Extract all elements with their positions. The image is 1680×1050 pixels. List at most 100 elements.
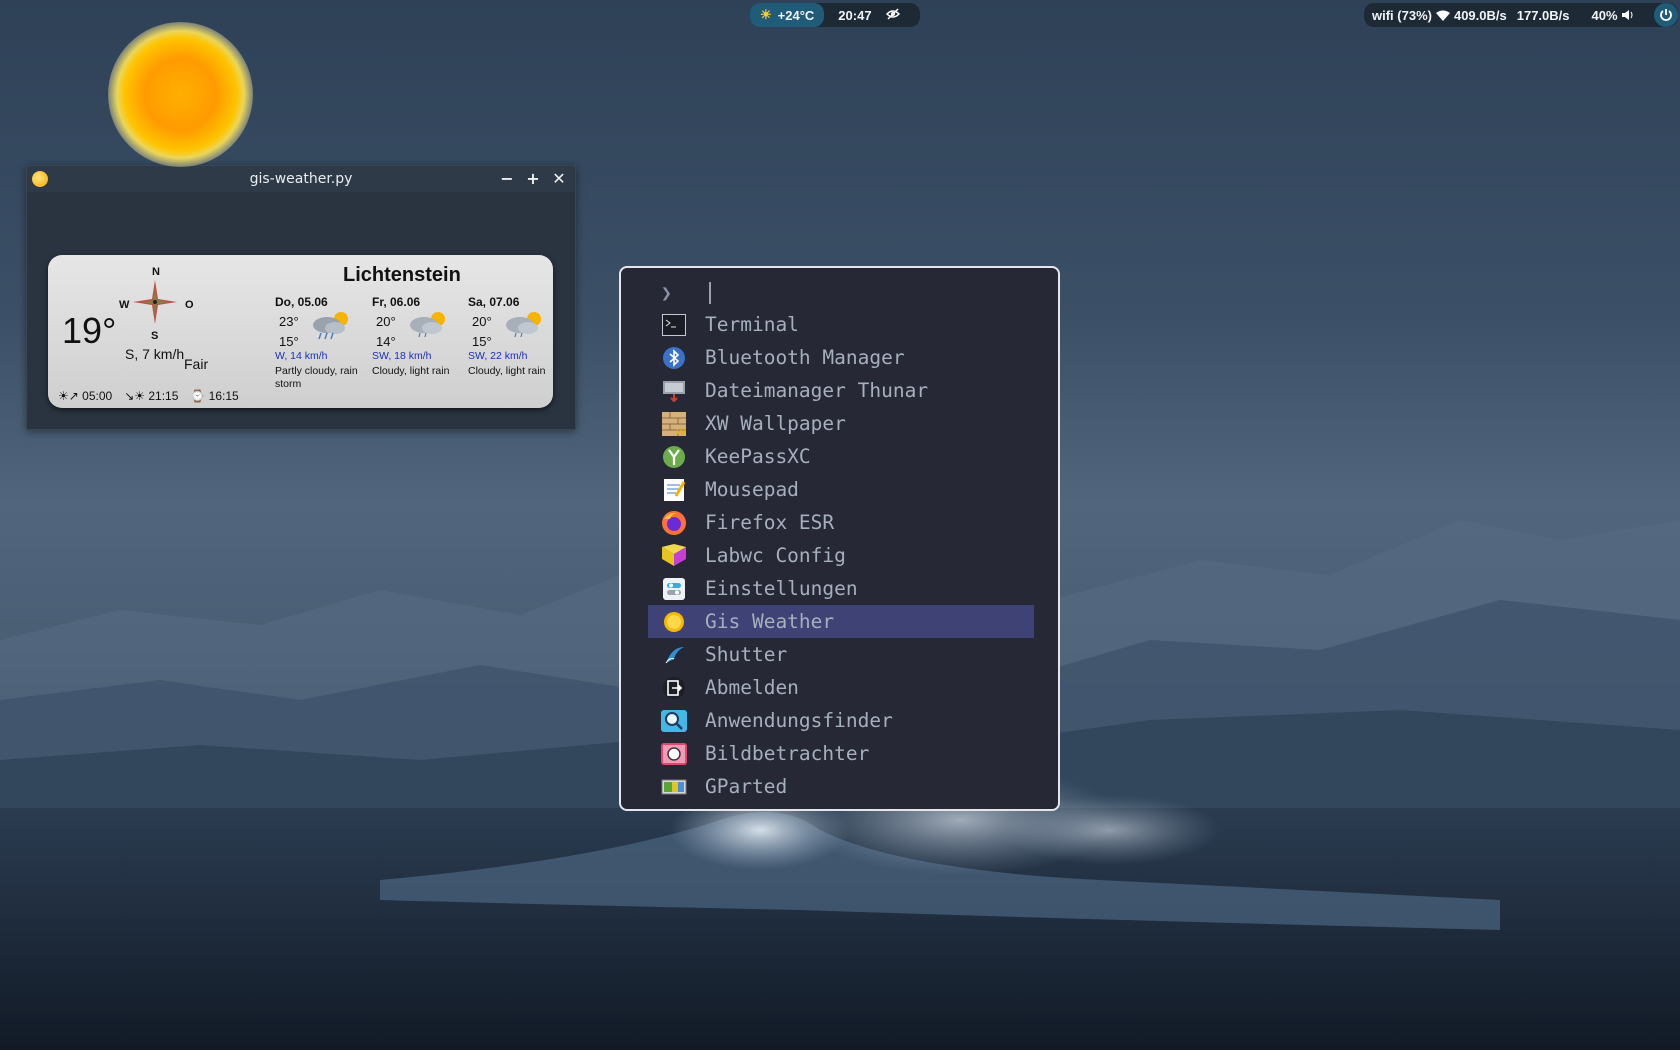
- launcher-item-xw-wallpaper[interactable]: W XW Wallpaper: [648, 407, 1034, 440]
- rain-cloud-icon: [410, 312, 445, 338]
- launcher-item-abmelden[interactable]: Abmelden: [648, 671, 1034, 704]
- compass-south: S: [151, 330, 159, 342]
- daylength-time: 16:15: [208, 389, 239, 403]
- launcher-item-firefox[interactable]: Firefox ESR: [648, 506, 1034, 539]
- launcher-search-input[interactable]: [709, 282, 1019, 304]
- prompt-symbol: ❯: [661, 282, 672, 304]
- compass-icon: [133, 280, 177, 324]
- speaker-icon: [1621, 10, 1633, 20]
- location-name: Lichtenstein: [343, 264, 461, 286]
- launcher-item-label: Shutter: [705, 643, 788, 666]
- launcher-item-label: Abmelden: [705, 676, 799, 699]
- launcher-item-label: Anwendungsfinder: [705, 709, 893, 732]
- forecast-low: 15°: [279, 334, 299, 349]
- daylength: ⌚ 16:15: [190, 389, 238, 403]
- logout-icon: [661, 676, 687, 700]
- power-button[interactable]: [1654, 3, 1678, 27]
- forecast-wind: SW, 18 km/h: [372, 350, 432, 362]
- launcher-item-bluetooth-manager[interactable]: Bluetooth Manager: [648, 341, 1034, 374]
- forecast-high: 20°: [376, 314, 396, 329]
- forecast-date: Sa, 07.06: [468, 295, 520, 309]
- current-temperature: 19°: [62, 310, 117, 351]
- app-launcher[interactable]: ❯ Terminal Bluetooth Manager Dateimanage…: [619, 266, 1060, 811]
- maximize-button[interactable]: +: [523, 169, 543, 189]
- sunset-icon: ↘☀: [124, 389, 145, 403]
- sun-icon: ☀: [760, 7, 772, 22]
- topbar-center-widget: ☀ +24°C 20:47: [750, 3, 920, 27]
- launcher-item-gparted[interactable]: GParted: [648, 770, 1034, 803]
- sunset: ↘☀ 21:15: [124, 389, 178, 403]
- keepassxc-icon: [661, 445, 687, 469]
- volume-level: 40%: [1591, 7, 1618, 23]
- forecast-date: Fr, 06.06: [372, 295, 421, 309]
- launcher-item-label: Einstellungen: [705, 577, 858, 600]
- forecast-high: 23°: [279, 314, 299, 329]
- svg-text:W: W: [676, 427, 686, 436]
- launcher-item-label: XW Wallpaper: [705, 412, 846, 435]
- weather-indicator[interactable]: ☀ +24°C: [750, 3, 825, 27]
- volume-indicator[interactable]: 40%: [1592, 8, 1634, 23]
- launcher-item-einstellungen[interactable]: Einstellungen: [648, 572, 1034, 605]
- launcher-item-label: Bildbetrachter: [705, 742, 870, 765]
- window-title: gis-weather.py: [249, 171, 353, 187]
- launcher-item-label: Dateimanager Thunar: [705, 379, 929, 402]
- upload-rate: 177.0B/s: [1516, 7, 1570, 23]
- forecast-day: Sa, 07.06 20° 15° SW, 22 km/h Cloudy, li…: [468, 295, 563, 377]
- sun-times: ☀↗ 05:00 ↘☀ 21:15 ⌚ 16:15: [58, 389, 239, 403]
- shutter-icon: [661, 643, 687, 667]
- bluetooth-icon: [661, 346, 687, 370]
- forecast-wind: SW, 22 km/h: [468, 350, 528, 362]
- forecast-day: Fr, 06.06 20° 14° SW, 18 km/h Cloudy, li…: [372, 295, 467, 377]
- firefox-icon: [661, 510, 687, 535]
- forecast-date: Do, 05.06: [275, 295, 328, 309]
- forecast-low: 14°: [376, 334, 396, 349]
- clock-icon: ⌚: [190, 389, 206, 403]
- launcher-item-keepassxc[interactable]: KeePassXC: [648, 440, 1034, 473]
- notepad-icon: [661, 478, 687, 502]
- launcher-item-labwc-config[interactable]: Labwc Config: [648, 539, 1034, 572]
- window-titlebar[interactable]: gis-weather.py − + ✕: [27, 166, 575, 192]
- upload-indicator: 177.0B/s: [1517, 8, 1570, 23]
- launcher-item-terminal[interactable]: Terminal: [648, 308, 1034, 341]
- labwc-icon: [661, 543, 687, 568]
- forecast-wind: W, 14 km/h: [275, 350, 328, 362]
- minimize-button[interactable]: −: [497, 169, 517, 189]
- launcher-item-anwendungsfinder[interactable]: Anwendungsfinder: [648, 704, 1034, 737]
- launcher-item-label: GParted: [705, 775, 788, 798]
- compass-north: N: [152, 266, 160, 278]
- current-wind: S, 7 km/h: [125, 346, 185, 362]
- launcher-item-gis-weather[interactable]: Gis Weather: [648, 605, 1034, 638]
- close-button[interactable]: ✕: [549, 169, 569, 189]
- weather-sun-icon: [661, 610, 687, 634]
- forecast-day: Do, 05.06 23° 15° W, 14 km/h Partly clou…: [275, 295, 370, 390]
- sunset-time: 21:15: [148, 389, 179, 403]
- clock[interactable]: 20:47: [838, 8, 871, 23]
- rain-cloud-icon: [506, 312, 541, 338]
- launcher-item-label: Terminal: [705, 313, 799, 336]
- forecast-description: Cloudy, light rain: [468, 365, 546, 377]
- download-rate: 409.0B/s: [1453, 7, 1507, 23]
- forecast-description: Cloudy, light rain: [372, 365, 450, 377]
- forecast-low: 15°: [472, 334, 492, 349]
- launcher-item-bildbetrachter[interactable]: Bildbetrachter: [648, 737, 1034, 770]
- launcher-item-label: Firefox ESR: [705, 511, 835, 534]
- current-condition: Fair: [184, 356, 209, 372]
- file-manager-icon: [661, 379, 687, 403]
- forecast-description: Partly cloudy, rain storm: [275, 365, 358, 390]
- launcher-item-file-manager[interactable]: Dateimanager Thunar: [648, 374, 1034, 407]
- network-indicator[interactable]: wifi (73%) 409.0B/s: [1372, 8, 1507, 23]
- image-viewer-icon: [661, 742, 687, 766]
- topbar-status-widget: wifi (73%) 409.0B/s 177.0B/s 40%: [1364, 3, 1678, 27]
- gparted-icon: [661, 775, 687, 799]
- sunrise-time: 05:00: [82, 389, 113, 403]
- launcher-item-shutter[interactable]: Shutter: [648, 638, 1034, 671]
- compass-west: W: [119, 299, 130, 311]
- power-icon: [1660, 9, 1672, 21]
- terminal-icon: [661, 313, 687, 337]
- launcher-item-label: KeePassXC: [705, 445, 811, 468]
- forecast-high: 20°: [472, 314, 492, 329]
- idle-inhibitor-icon[interactable]: [885, 7, 900, 23]
- launcher-item-mousepad[interactable]: Mousepad: [648, 473, 1034, 506]
- launcher-item-label: Bluetooth Manager: [705, 346, 905, 369]
- launcher-item-label: Labwc Config: [705, 544, 846, 567]
